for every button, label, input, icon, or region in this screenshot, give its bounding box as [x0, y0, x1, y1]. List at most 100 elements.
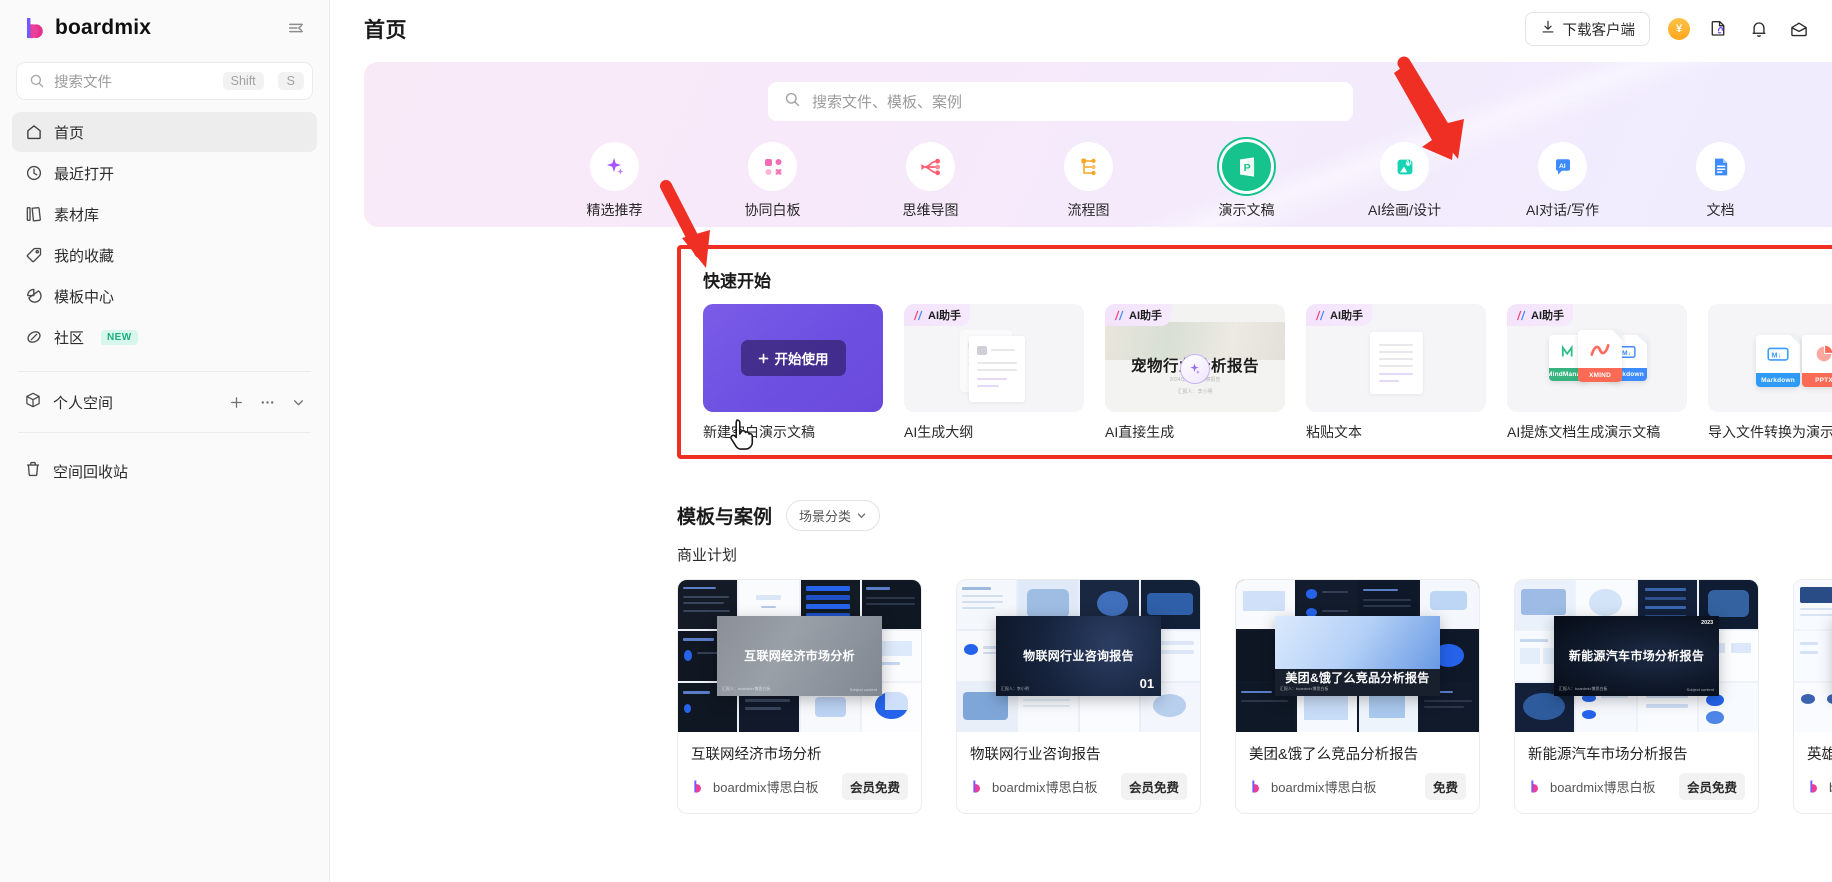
template-author: boardmix博思白板: [1550, 777, 1655, 796]
ai-tag-label: AI助手: [1129, 307, 1162, 323]
file-chip-markdown: M↓ Markdown: [1756, 335, 1800, 387]
category-project[interactable]: 项目管理: [1819, 142, 1832, 220]
quickstart-card-ai-outline[interactable]: AI助手: [904, 304, 1084, 442]
bell-icon[interactable]: [1748, 18, 1770, 40]
template-card[interactable]: 新能源汽车市场分析报告 汇报人：boardmix博思白板 2023 Subjec…: [1514, 579, 1759, 814]
sidebar-item-home[interactable]: 首页: [12, 112, 317, 152]
inbox-icon[interactable]: [1788, 18, 1810, 40]
ai-image-icon: AI: [1380, 142, 1429, 191]
quickstart-title: 快速开始: [703, 267, 1832, 292]
global-search-placeholder: 搜索文件、模板、案例: [812, 91, 962, 112]
template-body: 互联网经济市场分析 boardmix博思白板 会员免费: [678, 732, 921, 813]
sidebar-item-personal-space[interactable]: 个人空间: [0, 382, 329, 422]
template-card[interactable]: 互联网经济市场分析 汇报人：boardmix博思白板 Subject conte…: [677, 579, 922, 814]
sidebar-item-recent[interactable]: 最近打开: [12, 153, 317, 193]
search-placeholder: 搜索文件: [54, 71, 214, 92]
chevron-down-icon: [856, 510, 867, 521]
collapse-sidebar-button[interactable]: [283, 15, 309, 41]
sidebar-nav: 首页 最近打开 素材库: [0, 100, 329, 357]
quickstart-card-new-blank[interactable]: 开始使用 新建空白演示文稿: [703, 304, 883, 442]
category-presentation[interactable]: P 演示文稿: [1187, 142, 1307, 220]
boardmix-logo-icon: [1528, 779, 1543, 794]
sidebar-item-templates[interactable]: 模板中心: [12, 276, 317, 316]
quickstart-thumb: AI助手: [1306, 304, 1486, 412]
space-more-button[interactable]: [259, 394, 276, 411]
ai-mark-icon: [1514, 310, 1527, 321]
hero-meta: 汇报人：李小明: [1001, 686, 1029, 692]
sidebar-divider-2: [18, 432, 311, 433]
template-card[interactable]: 英雄联盟商业化分析 产品商业化分析报告 汇报人：李小明 英雄联盟商业化分析 bo…: [1793, 579, 1832, 814]
template-hero-title: 物联网行业咨询报告: [1023, 647, 1134, 664]
category-label: 文档: [1707, 200, 1735, 220]
global-search-input[interactable]: 搜索文件、模板、案例: [768, 82, 1353, 121]
quickstart-thumb: M↓ Markdown PPTX: [1708, 304, 1832, 412]
quickstart-card-import[interactable]: M↓ Markdown PPTX: [1708, 304, 1832, 442]
svg-text:AI: AI: [1405, 159, 1411, 166]
category-whiteboard[interactable]: 协同白板: [713, 142, 833, 220]
template-author: boardmix博思白板: [1271, 777, 1376, 796]
templates-section: 模板与案例 场景分类 商业计划 查看更多: [677, 500, 1832, 814]
template-hero-title: 美团&饿了么竞品分析报告: [1275, 669, 1440, 686]
quickstart-card-label: AI生成大纲: [904, 422, 1084, 442]
category-ai-design[interactable]: AI AI绘画/设计: [1345, 142, 1465, 220]
template-card[interactable]: 物联网行业咨询报告 汇报人：李小明 01 物联网行业咨询报告 boardmix博…: [956, 579, 1201, 814]
ai-assistant-tag: AI助手: [1507, 304, 1573, 326]
category-document[interactable]: 文档: [1661, 142, 1781, 220]
sidebar-item-trash[interactable]: 空间回收站: [0, 451, 329, 491]
svg-text:M↓: M↓: [1771, 350, 1781, 359]
home-icon: [24, 123, 43, 142]
mindmap-icon: [906, 142, 955, 191]
quickstart-thumb: AI助手: [904, 304, 1084, 412]
sidebar-item-favorites[interactable]: 我的收藏: [12, 235, 317, 275]
doc-link-icon[interactable]: [1708, 18, 1730, 40]
document-icon: [1696, 142, 1745, 191]
template-author: boardmix博思白板: [992, 777, 1097, 796]
sidebar-item-library[interactable]: 素材库: [12, 194, 317, 234]
search-input[interactable]: 搜索文件 Shift S: [16, 62, 313, 100]
file-chip-xmind: XMIND: [1578, 330, 1622, 382]
category-ai-chat[interactable]: AI AI对话/写作: [1503, 142, 1623, 220]
boardmix-logo-icon: [691, 779, 706, 794]
ai-tag-label: AI助手: [928, 307, 961, 323]
templates-row: 互联网经济市场分析 汇报人：boardmix博思白板 Subject conte…: [677, 579, 1832, 814]
svg-text:M↓: M↓: [1622, 350, 1631, 357]
template-card[interactable]: 美团&饿了么竞品分析报告 汇报人：boardmix博思白板 美团&饿了么竞品分析…: [1235, 579, 1480, 814]
category-label: 演示文稿: [1219, 200, 1275, 220]
category-flowchart[interactable]: 流程图: [1029, 142, 1149, 220]
template-body: 英雄联盟商业化分析 boardmix博思白板 免费: [1794, 732, 1832, 813]
ai-assistant-tag: AI助手: [1306, 304, 1372, 326]
coin-badge[interactable]: ¥: [1668, 18, 1690, 40]
cube-icon: [24, 391, 42, 413]
space-collapse-chevron-icon[interactable]: [290, 394, 307, 411]
file-chip-label: Markdown: [1756, 373, 1800, 387]
clock-icon: [24, 164, 43, 183]
boardmix-logo-icon: [1249, 779, 1264, 794]
file-chip-pptx: PPTX: [1802, 335, 1832, 387]
file-chip-label: PPTX: [1802, 373, 1832, 387]
presentation-icon: P: [1222, 142, 1271, 191]
category-featured[interactable]: 精选推荐: [555, 142, 675, 220]
template-icon: [24, 287, 43, 306]
whiteboard-icon: [748, 142, 797, 191]
scene-category-filter[interactable]: 场景分类: [786, 500, 880, 531]
template-hero-slide: 物联网行业咨询报告 汇报人：李小明 01: [996, 616, 1161, 695]
hero-meta: 汇报人：boardmix博思白板: [1559, 686, 1607, 692]
download-client-button[interactable]: 下载客户端: [1525, 12, 1651, 46]
hero-banner: 搜索文件、模板、案例 精选推荐: [364, 62, 1832, 227]
category-mindmap[interactable]: 思维导图: [871, 142, 991, 220]
quickstart-card-ai-extract[interactable]: AI助手 MindManager: [1507, 304, 1687, 442]
template-price-badge: 免费: [1425, 773, 1466, 800]
quickstart-card-paste-text[interactable]: AI助手 粘贴文本: [1306, 304, 1486, 442]
template-hero-slide: 互联网经济市场分析 汇报人：boardmix博思白板 Subject conte…: [717, 616, 882, 695]
download-client-label: 下载客户端: [1563, 19, 1636, 40]
start-using-button[interactable]: 开始使用: [741, 340, 846, 376]
quickstart-card-ai-direct[interactable]: AI助手 宠物行业分析报告 2024年度行业洞察报告 汇报人：李小明: [1105, 304, 1285, 442]
sidebar-item-community[interactable]: 社区 NEW: [12, 317, 317, 357]
tag-icon: [24, 246, 43, 265]
template-body: 美团&饿了么竞品分析报告 boardmix博思白板 免费: [1236, 732, 1479, 813]
shortcut-shift: Shift: [223, 72, 264, 91]
add-space-button[interactable]: [228, 394, 245, 411]
sidebar-item-label: 最近打开: [54, 163, 114, 184]
category-label: AI绘画/设计: [1368, 200, 1441, 220]
template-hero-title: 互联网经济市场分析: [744, 647, 855, 664]
